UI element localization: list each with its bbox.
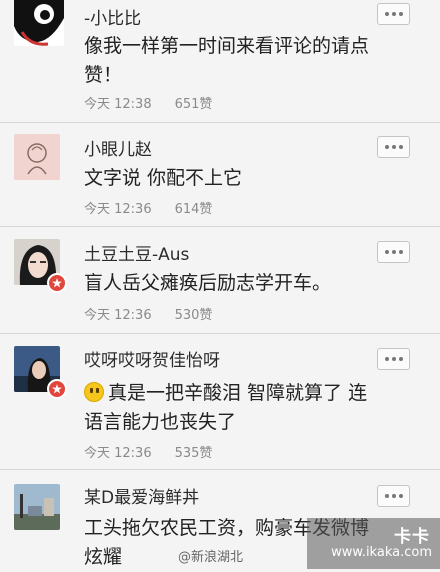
comment-item: 哎呀哎呀贺佳怡呀 真是一把辛酸泪 智障就算了 连语言能力也丧失了 今天 12:3… — [0, 334, 440, 470]
comment-time: 今天 12:36 — [84, 202, 152, 217]
like-count[interactable]: 651赞 — [175, 97, 213, 112]
comment-time: 今天 12:38 — [84, 97, 152, 112]
smiley-emoji-icon — [84, 382, 104, 402]
comment-text: 像我一样第一时间来看评论的请点赞！ — [84, 35, 370, 86]
username[interactable]: -小比比 — [84, 4, 141, 29]
weibo-watermark: @新浪湖北 — [178, 550, 244, 565]
comment-text: 盲人岳父瘫痪后励志学开车。 — [84, 272, 332, 294]
comment-meta: 今天 12:36 535赞 — [84, 442, 212, 461]
like-count[interactable]: 614赞 — [175, 202, 213, 217]
comment-item: 土豆土豆-Aus 盲人岳父瘫痪后励志学开车。 今天 12:36 530赞 — [0, 227, 440, 334]
more-options-button[interactable] — [377, 485, 410, 507]
username[interactable]: 小眼儿赵 — [84, 135, 152, 160]
avatar[interactable] — [14, 484, 60, 530]
comment-time: 今天 12:36 — [84, 446, 152, 461]
more-options-button[interactable] — [377, 3, 410, 25]
avatar[interactable] — [14, 134, 60, 180]
username[interactable]: 土豆土豆-Aus — [84, 240, 189, 265]
comment-meta: 今天 12:36 530赞 — [84, 304, 212, 323]
like-count[interactable]: 535赞 — [175, 446, 213, 461]
comment-text: 真是一把辛酸泪 智障就算了 连语言能力也丧失了 — [84, 379, 384, 437]
watermark-url: www.ikaka.com — [331, 545, 432, 560]
username[interactable]: 某D最爱海鲜丼 — [84, 483, 199, 508]
verified-badge-icon — [47, 379, 67, 399]
comment-time: 今天 12:36 — [84, 308, 152, 323]
like-count[interactable]: 530赞 — [175, 308, 213, 323]
more-options-button[interactable] — [377, 241, 410, 263]
more-options-button[interactable] — [377, 136, 410, 158]
comment-text-body: 真是一把辛酸泪 智障就算了 连语言能力也丧失了 — [84, 382, 368, 433]
comment-meta: 今天 12:36 614赞 — [84, 198, 212, 217]
watermark-brand: 卡卡 — [394, 527, 430, 547]
comment-item: -小比比 像我一样第一时间来看评论的请点赞！ 今天 12:38 651赞 — [0, 0, 440, 123]
username[interactable]: 哎呀哎呀贺佳怡呀 — [84, 346, 220, 371]
comment-item: 小眼儿赵 文字说 你配不上它 今天 12:36 614赞 — [0, 123, 440, 227]
avatar[interactable] — [14, 0, 64, 46]
comment-text: 文字说 你配不上它 — [84, 167, 243, 189]
more-options-button[interactable] — [377, 348, 410, 370]
site-watermark: 卡卡 www.ikaka.com — [307, 518, 440, 569]
comment-meta: 今天 12:38 651赞 — [84, 93, 212, 112]
verified-badge-icon — [47, 273, 67, 293]
